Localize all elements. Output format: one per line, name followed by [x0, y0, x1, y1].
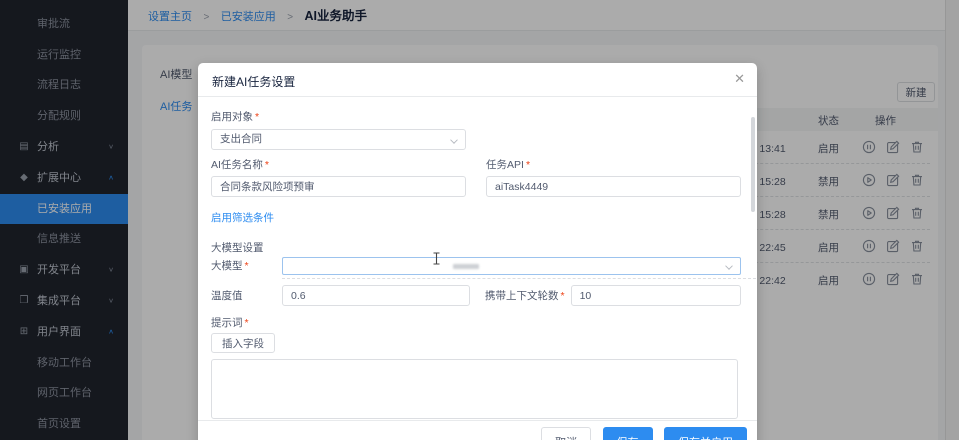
text-cursor — [432, 252, 441, 265]
new-ai-task-modal: 新建AI任务设置 ✕ 启用对象* 支出合同 AI任务名称* 任务API* 启用筛… — [198, 63, 757, 440]
task-name-label: AI任务名称* — [211, 158, 466, 172]
temperature-input[interactable] — [282, 285, 470, 306]
temperature-label: 温度值 — [211, 289, 282, 303]
dropdown-remnant-divider — [282, 278, 756, 279]
required-mark: * — [526, 159, 530, 171]
modal-footer: 取消 保存 保存并启用 — [198, 420, 757, 440]
required-mark: * — [255, 111, 259, 123]
modal-scrollbar-thumb[interactable] — [751, 117, 755, 212]
cancel-button[interactable]: 取消 — [541, 427, 591, 440]
prompt-label: 提示词* — [211, 316, 741, 330]
close-icon[interactable]: ✕ — [734, 70, 745, 88]
save-and-enable-button[interactable]: 保存并启用 — [664, 427, 747, 440]
required-mark: * — [265, 159, 269, 171]
enable-filter-link[interactable]: 启用筛选条件 — [211, 210, 274, 225]
context-rounds-label: 携带上下文轮数* — [485, 289, 565, 303]
enable-object-label: 启用对象* — [211, 111, 259, 123]
modal-body: 启用对象* 支出合同 AI任务名称* 任务API* 启用筛选条件 大模型设置 大… — [198, 97, 757, 420]
save-button[interactable]: 保存 — [603, 427, 653, 440]
insert-field-button[interactable]: 插入字段 — [211, 333, 275, 353]
model-select[interactable] — [282, 257, 741, 275]
required-mark: * — [561, 290, 565, 302]
required-mark: * — [245, 260, 249, 272]
context-rounds-input[interactable] — [571, 285, 741, 306]
modal-header: 新建AI任务设置 ✕ — [198, 63, 757, 97]
chevron-down-icon — [450, 136, 458, 144]
task-api-label: 任务API* — [486, 158, 741, 172]
model-settings-section-title: 大模型设置 — [211, 240, 741, 255]
prompt-textarea[interactable] — [211, 359, 738, 419]
modal-title: 新建AI任务设置 — [212, 73, 295, 90]
app-root: { "sidebar": { "items": [ {"label":"业务流程… — [0, 0, 959, 440]
enable-object-select[interactable]: 支出合同 — [211, 129, 466, 150]
task-name-input[interactable] — [211, 176, 466, 197]
model-label: 大模型* — [211, 259, 282, 273]
chevron-down-icon — [725, 262, 733, 270]
required-mark: * — [245, 317, 249, 329]
task-api-input[interactable] — [486, 176, 741, 197]
ghost-option-text — [453, 264, 479, 269]
